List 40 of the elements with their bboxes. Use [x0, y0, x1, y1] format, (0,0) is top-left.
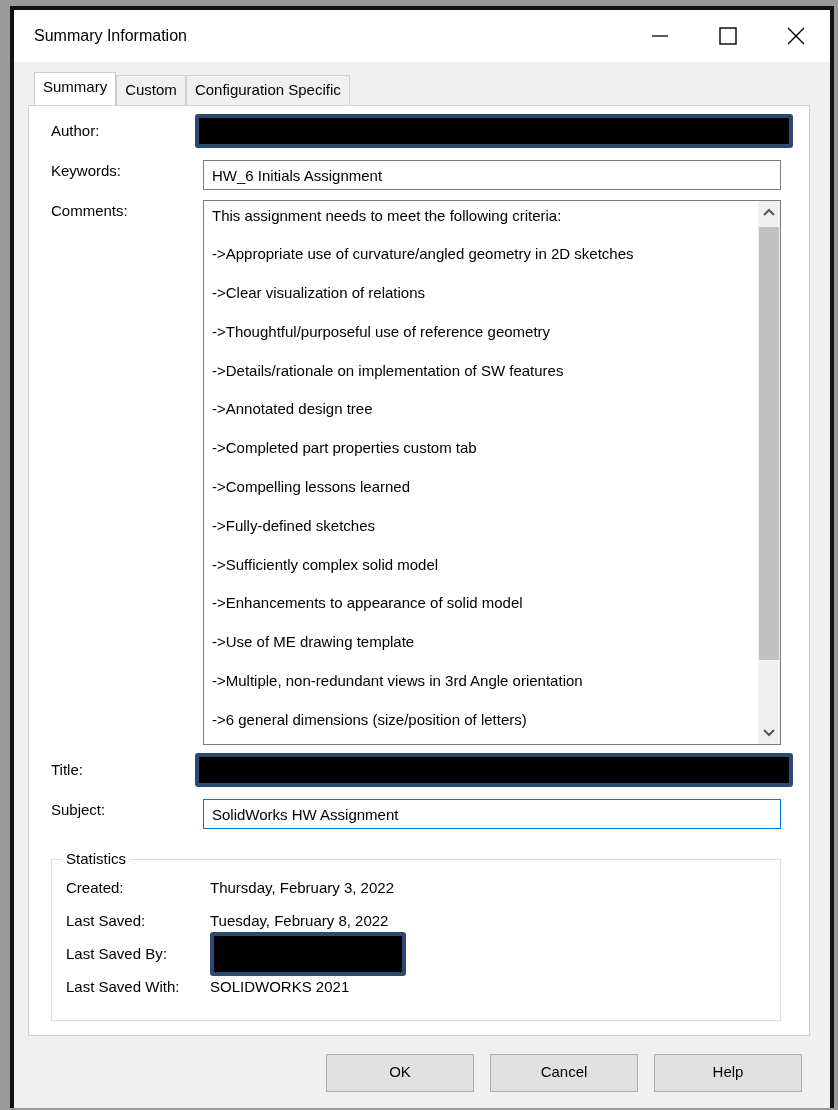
tab[interactable]: Custom	[116, 75, 186, 105]
text-field[interactable]: SolidWorks HW Assignment	[203, 798, 781, 829]
stat-label: Last Saved With:	[66, 976, 181, 997]
scrollbar[interactable]	[758, 200, 780, 744]
dialog-button[interactable]: Cancel	[490, 1053, 638, 1092]
tab[interactable]: Summary	[34, 72, 117, 105]
field-label: Keywords:	[51, 160, 123, 181]
field-label: Comments:	[51, 200, 129, 221]
stat-label: Created:	[66, 877, 125, 898]
comment-line: ->Compelling lessons learned	[212, 477, 412, 498]
stat-label: Last Saved:	[66, 910, 147, 931]
comment-line: ->Fully-defined sketches	[212, 515, 376, 536]
stat-label: Last Saved By:	[66, 943, 168, 964]
comment-line: ->Clear visualization of relations	[212, 283, 427, 304]
field-label: Author:	[51, 120, 101, 141]
comment-line: ->Appropriate use of curvature/angled geometry in 2D sketches	[212, 244, 635, 265]
comment-line: ->Use of ME drawing template	[212, 632, 416, 653]
comment-line: ->Multiple, non-redundant views in 3rd Angle orientation	[212, 671, 584, 692]
comment-line: This assignment needs to meet the following criteria:	[212, 205, 563, 226]
tab[interactable]: Configuration Specific	[185, 75, 350, 105]
stat-value: Thursday, February 3, 2022	[210, 877, 394, 898]
comment-line: ->Enhancements to appearance of solid model	[212, 593, 524, 614]
comment-line: ->Details/rationale on implementation of SW features	[212, 360, 565, 381]
comment-line: ->6 general dimensions (size/position of letters)	[212, 709, 528, 730]
field-label: Subject:	[51, 799, 107, 820]
comments-field[interactable]	[203, 199, 781, 745]
stat-value: Tuesday, February 8, 2022	[210, 910, 389, 931]
comment-line: ->Sufficiently complex solid model	[212, 554, 440, 575]
dialog-button[interactable]: Help	[654, 1053, 802, 1092]
maximize-icon[interactable]	[718, 27, 738, 45]
scroll-thumb[interactable]	[759, 226, 779, 660]
window-title: Summary Information	[34, 26, 188, 46]
field-label: Title:	[51, 759, 84, 780]
comment-line: ->Thoughtful/purposeful use of reference geometry	[212, 321, 552, 342]
dialog-button[interactable]: OK	[326, 1053, 474, 1092]
close-icon[interactable]	[786, 27, 806, 45]
comment-line: ->Annotated design tree	[212, 399, 374, 420]
comment-line: ->Completed part properties custom tab	[212, 438, 478, 459]
text-field[interactable]: HW_6 Initials Assignment	[203, 159, 781, 190]
stat-value: SOLIDWORKS 2021	[210, 976, 350, 997]
